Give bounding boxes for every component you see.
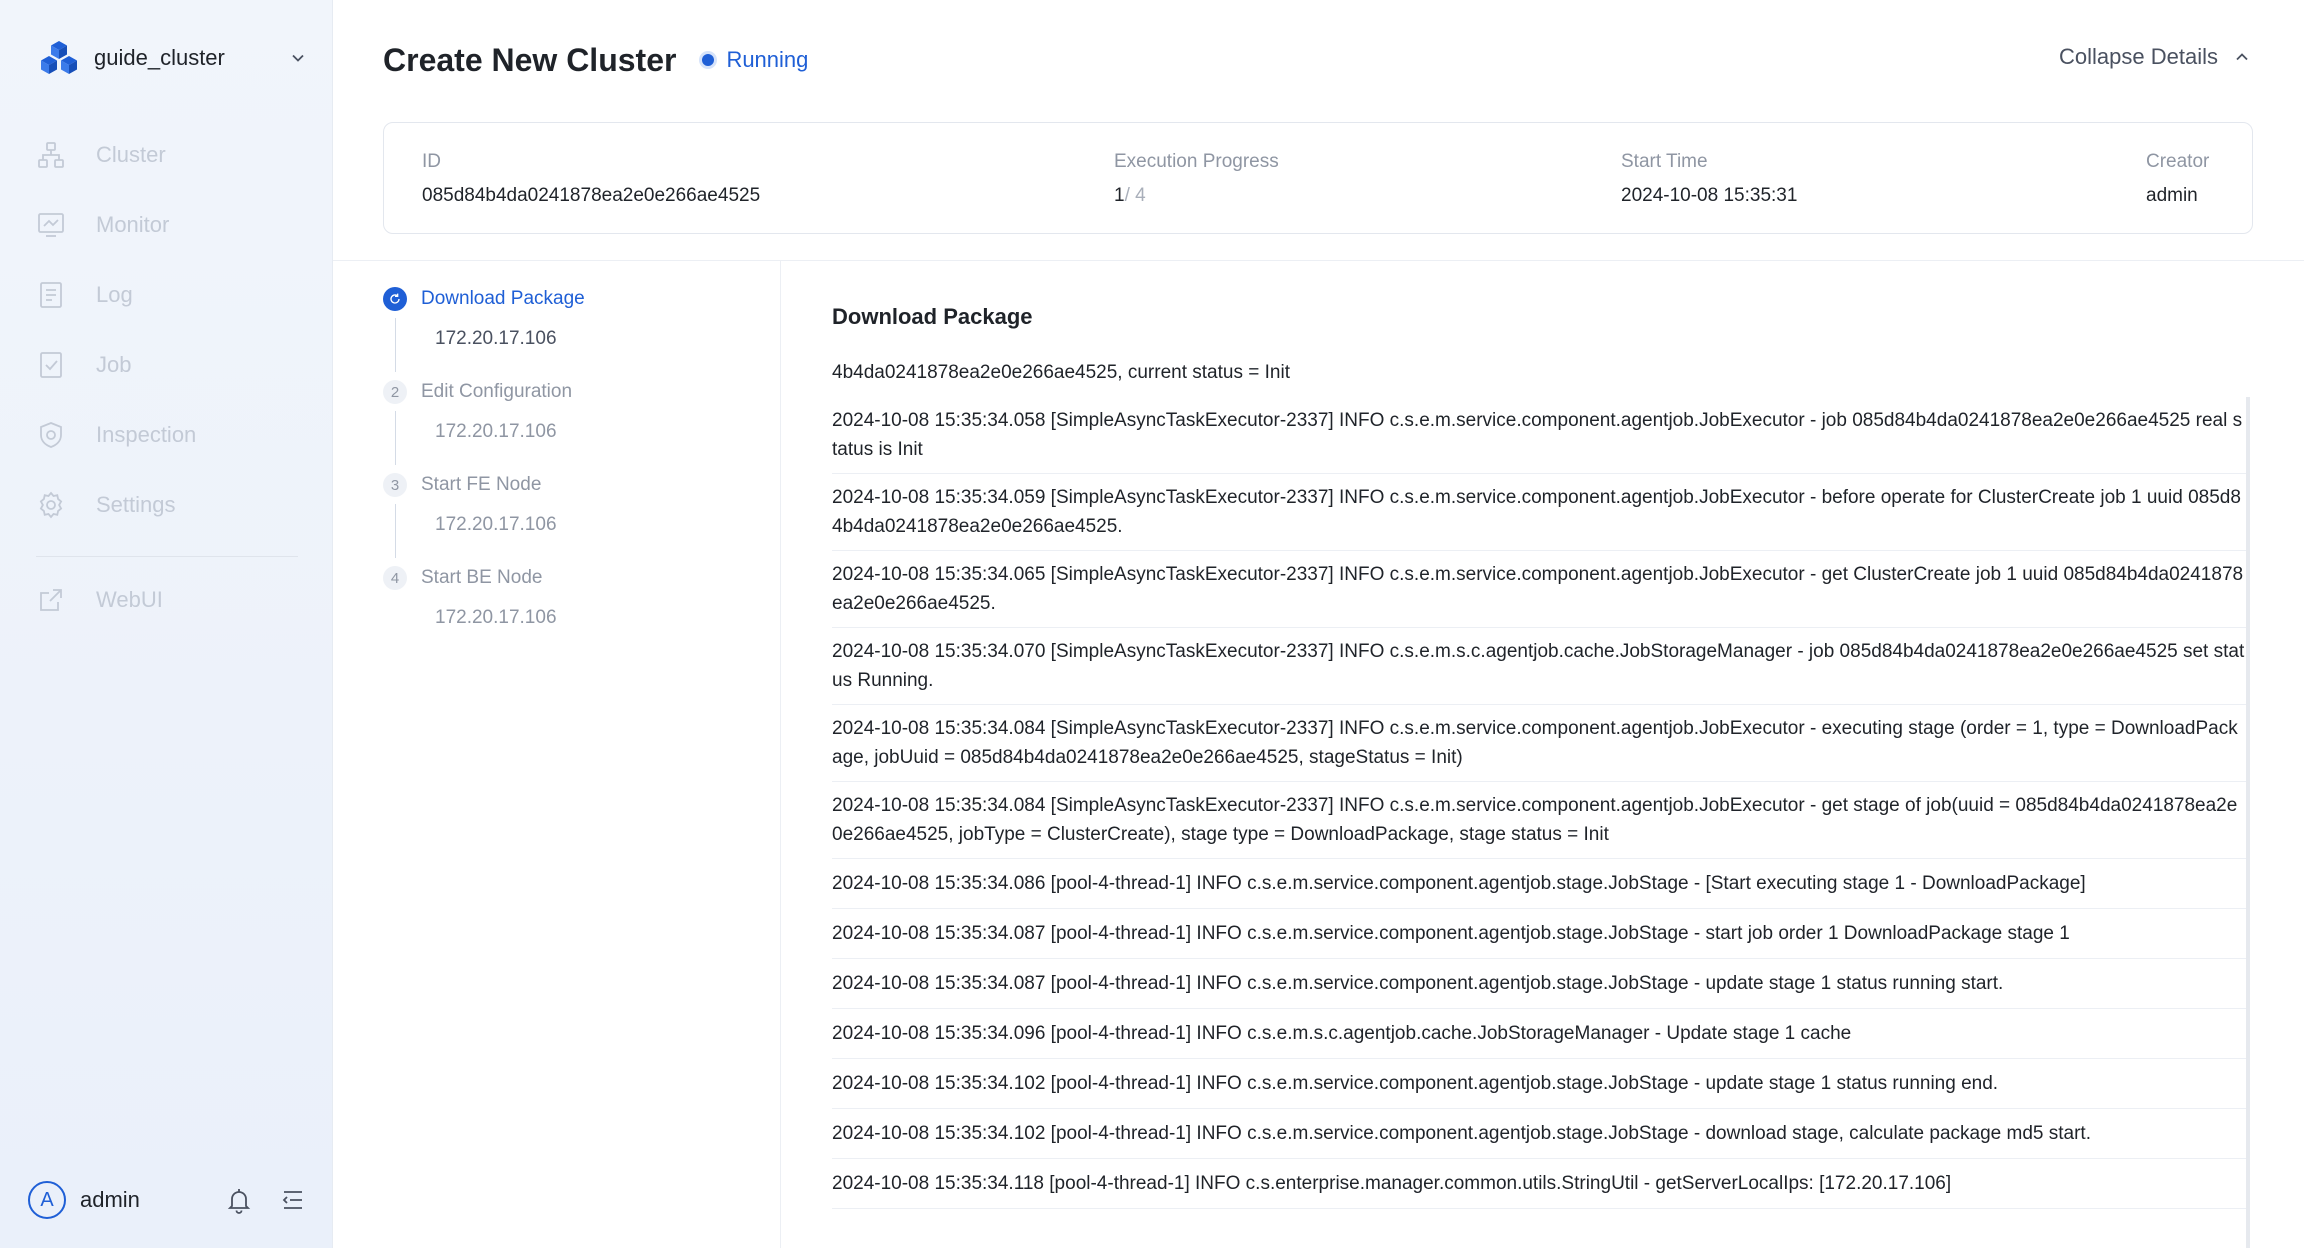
info-creator-label: Creator bbox=[2146, 151, 2210, 172]
sidebar-item-webui[interactable]: WebUI bbox=[36, 565, 298, 635]
sidebar-item-cluster[interactable]: Cluster bbox=[36, 120, 298, 190]
progress-current: 1 bbox=[1114, 185, 1125, 206]
bell-icon[interactable] bbox=[224, 1185, 254, 1215]
sidebar-item-log[interactable]: Log bbox=[36, 260, 298, 330]
log-icon bbox=[40, 282, 62, 308]
step-start-fe-node[interactable]: 3 Start FE Node 172.20.17.106 bbox=[383, 470, 773, 563]
app-root: guide_cluster Cluster Monitor Log Job In… bbox=[0, 0, 2304, 1248]
avatar[interactable]: A bbox=[28, 1181, 66, 1219]
sidebar-nav: Cluster Monitor Log Job Inspection Setti… bbox=[36, 120, 298, 540]
progress-total: / 4 bbox=[1124, 185, 1146, 206]
monitor-icon bbox=[38, 213, 64, 237]
info-creator-value: admin bbox=[2146, 185, 2198, 206]
sidebar: guide_cluster Cluster Monitor Log Job In… bbox=[0, 0, 333, 1248]
log-entry: 2024-10-08 15:35:34.084 [SimpleAsyncTask… bbox=[832, 782, 2246, 859]
log-entry: 2024-10-08 15:35:34.070 [SimpleAsyncTask… bbox=[832, 628, 2246, 705]
step-start-be-node[interactable]: 4 Start BE Node 172.20.17.106 bbox=[383, 563, 773, 656]
sidebar-item-job[interactable]: Job bbox=[36, 330, 298, 400]
sidebar-webui-section: WebUI bbox=[36, 565, 298, 635]
main-content: Create New Cluster Running Collapse Deta… bbox=[333, 0, 2304, 1248]
step-number: 3 bbox=[383, 473, 407, 497]
collapse-details-label: Collapse Details bbox=[2059, 44, 2218, 69]
sidebar-item-label: Cluster bbox=[96, 142, 166, 167]
log-title: Download Package bbox=[832, 304, 1033, 329]
step-connector bbox=[395, 318, 396, 372]
info-start-label: Start Time bbox=[1621, 151, 1708, 172]
log-entry: 2024-10-08 15:35:34.087 [pool-4-thread-1… bbox=[832, 959, 2246, 1009]
info-start-value: 2024-10-08 15:35:31 bbox=[1621, 185, 1798, 206]
log-entry: 2024-10-08 15:35:34.087 [pool-4-thread-1… bbox=[832, 909, 2246, 959]
step-number: 2 bbox=[383, 380, 407, 404]
sidebar-item-label: Job bbox=[96, 352, 132, 377]
log-entry: 2024-10-08 15:35:34.059 [SimpleAsyncTask… bbox=[832, 474, 2246, 551]
info-creator: Creator admin bbox=[2146, 151, 2209, 207]
external-link-icon bbox=[40, 589, 62, 611]
log-first-line: 4b4da0241878ea2e0e266ae4525, current sta… bbox=[832, 362, 1290, 383]
step-number: 4 bbox=[383, 566, 407, 590]
info-progress-label: Execution Progress bbox=[1114, 151, 1279, 172]
cluster-icon bbox=[38, 142, 64, 168]
sidebar-item-label: Inspection bbox=[96, 422, 197, 447]
step-title: Start BE Node bbox=[421, 567, 543, 588]
gear-icon bbox=[39, 491, 63, 519]
status-dot bbox=[702, 54, 715, 66]
log-list[interactable]: 2024-10-08 15:35:34.058 [SimpleAsyncTask… bbox=[832, 397, 2250, 1248]
collapse-details-button[interactable]: Collapse Details bbox=[2059, 44, 2252, 70]
step-host: 172.20.17.106 bbox=[435, 328, 557, 349]
step-host: 172.20.17.106 bbox=[435, 607, 557, 628]
log-entry: 2024-10-08 15:35:34.102 [pool-4-thread-1… bbox=[832, 1109, 2246, 1159]
log-entry: 2024-10-08 15:35:34.118 [pool-4-thread-1… bbox=[832, 1159, 2246, 1209]
log-entry: 2024-10-08 15:35:34.065 [SimpleAsyncTask… bbox=[832, 551, 2246, 628]
page-header: Create New Cluster Running bbox=[383, 38, 808, 82]
log-entry: 2024-10-08 15:35:34.086 [pool-4-thread-1… bbox=[832, 859, 2246, 909]
step-progress-icon bbox=[383, 287, 407, 311]
log-entry: 2024-10-08 15:35:34.096 [pool-4-thread-1… bbox=[832, 1009, 2246, 1059]
info-id: ID 085d84b4da0241878ea2e0e266ae4525 bbox=[422, 151, 760, 207]
sidebar-item-label: Settings bbox=[96, 492, 176, 517]
sidebar-item-settings[interactable]: Settings bbox=[36, 470, 298, 540]
cluster-name: guide_cluster bbox=[94, 45, 225, 70]
sidebar-item-label: Log bbox=[96, 282, 133, 307]
info-progress: Execution Progress 1/ 4 bbox=[1114, 151, 1279, 207]
step-edit-configuration[interactable]: 2 Edit Configuration 172.20.17.106 bbox=[383, 377, 773, 470]
info-id-value: 085d84b4da0241878ea2e0e266ae4525 bbox=[422, 185, 761, 206]
page-title: Create New Cluster bbox=[383, 41, 677, 78]
step-list: Download Package 172.20.17.106 2 Edit Co… bbox=[383, 284, 773, 656]
column-divider bbox=[780, 261, 781, 1248]
log-entry: 2024-10-08 15:35:34.102 [pool-4-thread-1… bbox=[832, 1059, 2246, 1109]
log-entry: 2024-10-08 15:35:34.084 [SimpleAsyncTask… bbox=[832, 705, 2246, 782]
step-download-package[interactable]: Download Package 172.20.17.106 bbox=[383, 284, 773, 377]
sidebar-item-inspection[interactable]: Inspection bbox=[36, 400, 298, 470]
info-progress-value: 1/ 4 bbox=[1114, 185, 1279, 207]
step-title: Start FE Node bbox=[421, 474, 542, 495]
job-info-card: ID 085d84b4da0241878ea2e0e266ae4525 Exec… bbox=[383, 122, 2253, 234]
step-title: Download Package bbox=[421, 288, 585, 309]
step-host: 172.20.17.106 bbox=[435, 514, 557, 535]
cluster-logo-icon bbox=[41, 41, 77, 74]
chevron-down-icon[interactable] bbox=[288, 48, 308, 68]
info-id-label: ID bbox=[422, 151, 441, 172]
user-name[interactable]: admin bbox=[80, 1187, 200, 1213]
job-icon bbox=[40, 352, 62, 378]
inspection-icon bbox=[40, 422, 62, 448]
sidebar-item-label: WebUI bbox=[96, 587, 163, 612]
info-start-time: Start Time 2024-10-08 15:35:31 bbox=[1621, 151, 1797, 207]
sidebar-item-monitor[interactable]: Monitor bbox=[36, 190, 298, 260]
chevron-up-icon bbox=[2236, 53, 2248, 61]
sidebar-footer: A admin bbox=[28, 1178, 308, 1222]
status-badge: Running bbox=[726, 47, 809, 72]
sidebar-divider bbox=[36, 556, 298, 557]
step-connector bbox=[395, 411, 396, 465]
step-host: 172.20.17.106 bbox=[435, 421, 557, 442]
section-divider bbox=[333, 260, 2304, 261]
cluster-selector[interactable]: guide_cluster bbox=[38, 36, 308, 80]
collapse-menu-icon[interactable] bbox=[278, 1185, 308, 1215]
step-connector bbox=[395, 504, 396, 558]
step-title: Edit Configuration bbox=[421, 381, 573, 402]
sidebar-item-label: Monitor bbox=[96, 212, 170, 237]
log-entry: 2024-10-08 15:35:34.058 [SimpleAsyncTask… bbox=[832, 397, 2246, 474]
